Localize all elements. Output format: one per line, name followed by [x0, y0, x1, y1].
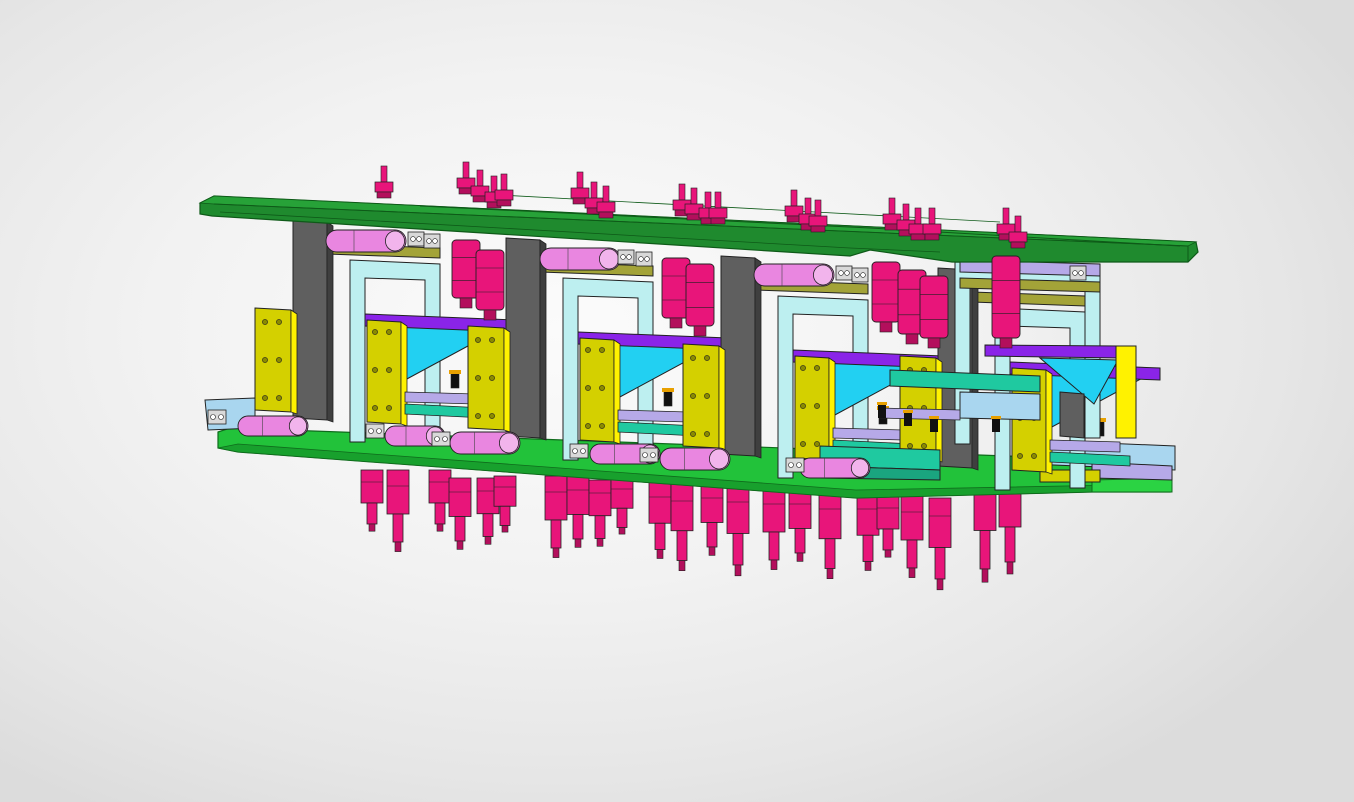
down-cylinder	[544, 475, 568, 558]
top-cylinder-pin	[808, 199, 828, 233]
upper-hanging-cylinder	[991, 255, 1021, 349]
down-cylinder	[386, 469, 410, 552]
bolt-block	[851, 267, 869, 283]
down-cylinder	[610, 477, 634, 535]
down-cylinder	[928, 497, 952, 591]
down-cylinder	[856, 493, 880, 571]
roller	[325, 229, 407, 253]
cad-viewport[interactable]	[0, 0, 1354, 802]
roller	[753, 263, 835, 287]
bolt-block	[785, 457, 805, 473]
bolt-block	[635, 251, 653, 267]
roller	[539, 247, 621, 271]
bolt-block	[569, 443, 589, 459]
top-cylinder-pin	[494, 173, 514, 207]
down-cylinder	[900, 495, 924, 578]
down-cylinder	[876, 495, 900, 558]
down-cylinder	[818, 491, 842, 579]
cad-model-assembly[interactable]	[0, 0, 1354, 802]
top-cylinder-pin	[374, 165, 394, 199]
down-cylinder	[493, 475, 517, 533]
bolt-block	[1069, 265, 1087, 281]
bolt-block	[835, 265, 853, 281]
top-cylinder-pin	[1008, 215, 1028, 249]
upper-hanging-cylinder	[475, 249, 505, 321]
roller	[799, 457, 871, 479]
down-cylinder	[726, 483, 750, 577]
roller	[237, 415, 309, 437]
top-cylinder-pin	[922, 207, 942, 241]
upper-hanging-cylinder	[871, 261, 901, 333]
down-cylinder	[566, 475, 590, 548]
bolt-block	[407, 231, 425, 247]
bolt-block	[207, 409, 227, 425]
top-cylinder-pin	[708, 191, 728, 225]
down-cylinder	[788, 489, 812, 562]
down-cylinder	[588, 479, 612, 547]
bolt-block	[639, 447, 659, 463]
top-cylinder-pin	[596, 185, 616, 219]
down-cylinder	[448, 477, 472, 550]
bolt-block	[365, 423, 385, 439]
down-cylinder	[700, 483, 724, 556]
roller	[449, 431, 521, 455]
bolt-block	[431, 431, 451, 447]
bolt-block	[617, 249, 635, 265]
down-cylinder	[360, 469, 384, 532]
down-cylinder	[762, 487, 786, 570]
down-cylinder	[648, 481, 672, 559]
down-cylinder	[428, 469, 452, 532]
bolt-block	[423, 233, 441, 249]
upper-hanging-cylinder	[919, 275, 949, 349]
down-cylinder	[670, 483, 694, 571]
upper-hanging-cylinder	[685, 263, 715, 337]
roller	[659, 447, 731, 471]
